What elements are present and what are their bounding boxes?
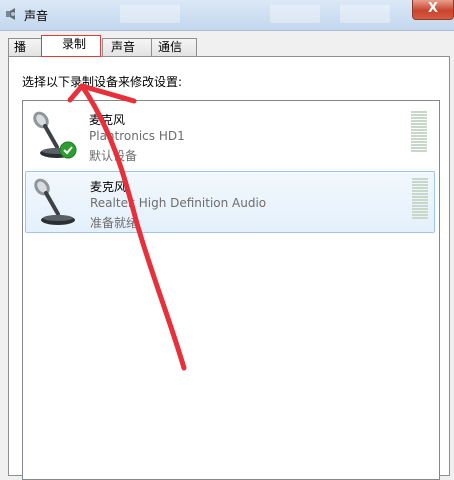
close-icon: X [427, 1, 439, 16]
speaker-icon [6, 8, 15, 20]
device-description: Plantronics HD1 [89, 129, 185, 143]
background-window-title [340, 5, 390, 23]
device-item[interactable]: 麦克风 Realtek High Definition Audio 准备就绪 [25, 171, 435, 233]
device-name: 麦克风 [89, 113, 126, 127]
device-description: Realtek High Definition Audio [90, 196, 267, 210]
device-status: 默认设备 [89, 149, 138, 163]
background-window-title [120, 5, 180, 23]
tab-label: 通信 [158, 40, 183, 54]
microphone-icon [34, 178, 75, 225]
window-title: 声音 [24, 9, 49, 23]
recording-device-list[interactable]: 麦克风 Plantronics HD1 默认设备 麦克风 Realtek Hig… [22, 100, 440, 480]
tab-playback[interactable]: 播放 [8, 38, 42, 71]
tab-label: 声音 [111, 40, 136, 54]
level-meter [412, 178, 428, 220]
device-name: 麦克风 [90, 180, 127, 194]
check-icon [59, 141, 77, 159]
tab-label: 录制 [62, 37, 87, 51]
device-status: 准备就绪 [90, 216, 139, 230]
tab-communications[interactable]: 通信 [151, 38, 197, 56]
level-meter [411, 111, 427, 153]
tab-recording[interactable]: 录制 [41, 35, 101, 57]
title-bar: 声音 X [0, 0, 454, 31]
tab-sounds[interactable]: 声音 [102, 38, 152, 56]
close-button[interactable]: X [412, 0, 454, 20]
background-window-title [270, 5, 320, 23]
device-item[interactable]: 麦克风 Plantronics HD1 默认设备 [25, 105, 435, 167]
instruction-text: 选择以下录制设备来修改设置: [22, 75, 183, 89]
